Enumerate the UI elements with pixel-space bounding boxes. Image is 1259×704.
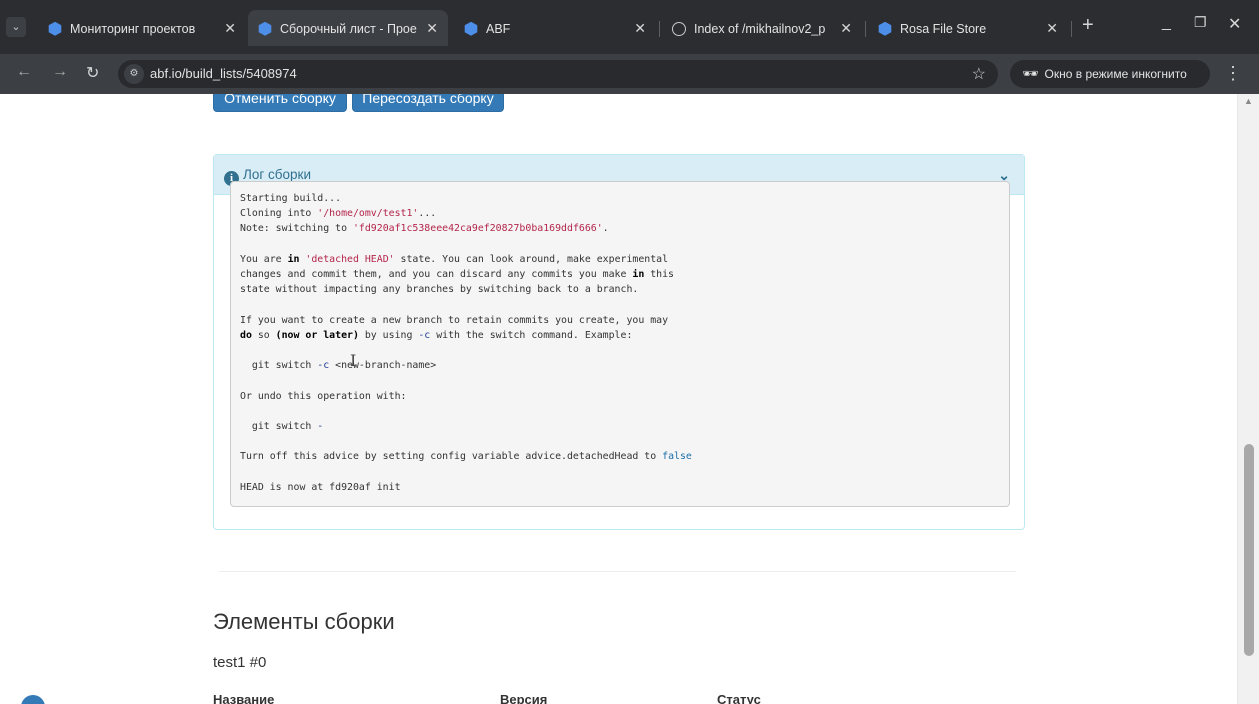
url-input[interactable]: ⚙ abf.io/build_lists/5408974 ☆ — [118, 60, 998, 88]
site-info-icon[interactable]: ⚙ — [124, 64, 144, 84]
browser-tab-bar: ⌄ Мониторинг проектов ✕ Сборочный лист -… — [0, 0, 1259, 54]
minimize-icon[interactable]: _ — [1162, 14, 1171, 32]
tab-build-list[interactable]: Сборочный лист - Прое ✕ — [248, 10, 448, 46]
package-label: test1 #0 — [213, 654, 267, 671]
close-tab-icon[interactable]: ✕ — [634, 12, 646, 44]
column-header-version: Версия — [500, 692, 548, 704]
incognito-indicator[interactable]: 🕶 Окно в режиме инкогнито — [1010, 60, 1210, 88]
tab-search-icon[interactable]: ⌄ — [6, 17, 26, 37]
forward-icon[interactable]: → — [52, 63, 68, 81]
browser-menu-icon[interactable]: ⋮ — [1224, 63, 1242, 84]
incognito-icon: 🕶 — [1022, 66, 1039, 81]
column-header-name: Название — [213, 692, 275, 704]
help-icon[interactable] — [21, 695, 45, 704]
bookmark-star-icon[interactable]: ☆ — [972, 64, 986, 84]
rebuild-button[interactable]: Пересоздать сборку — [352, 94, 504, 112]
page-scrollbar[interactable]: ▲ — [1237, 94, 1259, 704]
reload-icon[interactable]: ↻ — [86, 63, 99, 83]
close-tab-icon[interactable]: ✕ — [1046, 12, 1058, 44]
back-icon[interactable]: ← — [16, 63, 32, 81]
build-log-output: Starting build... Cloning into '/home/om… — [230, 181, 1010, 507]
close-window-icon[interactable]: ✕ — [1228, 14, 1241, 34]
abf-icon — [878, 21, 892, 36]
tab-index-of[interactable]: Index of /mikhailnov2_p ✕ — [662, 12, 866, 44]
scrollbar-thumb[interactable] — [1244, 444, 1254, 656]
close-tab-icon[interactable]: ✕ — [426, 10, 438, 46]
restore-icon[interactable]: ❐ — [1194, 14, 1207, 31]
scroll-up-icon[interactable]: ▲ — [1244, 96, 1253, 106]
new-tab-icon[interactable]: + — [1082, 14, 1094, 37]
address-bar: ← → ↻ ⚙ abf.io/build_lists/5408974 ☆ 🕶 Ок… — [0, 54, 1259, 94]
abf-icon — [464, 21, 478, 36]
page-viewport: Отменить сборку Пересоздать сборку i Лог … — [0, 94, 1259, 704]
section-divider — [219, 571, 1016, 572]
globe-icon — [672, 21, 686, 36]
close-tab-icon[interactable]: ✕ — [840, 12, 852, 44]
abf-icon — [258, 21, 272, 36]
tab-monitoring[interactable]: Мониторинг проектов ✕ — [38, 12, 246, 44]
cancel-build-button[interactable]: Отменить сборку — [213, 94, 347, 112]
text-cursor-icon: I — [350, 351, 357, 370]
column-header-status: Статус — [717, 692, 761, 704]
tab-rosa-file-store[interactable]: Rosa File Store ✕ — [868, 12, 1072, 44]
close-tab-icon[interactable]: ✕ — [224, 12, 236, 44]
build-elements-heading: Элементы сборки — [213, 609, 395, 634]
abf-icon — [48, 21, 62, 36]
build-log-panel: i Лог сборки ⌄ Starting build... Cloning … — [213, 154, 1025, 530]
tab-abf[interactable]: ABF ✕ — [454, 12, 660, 44]
